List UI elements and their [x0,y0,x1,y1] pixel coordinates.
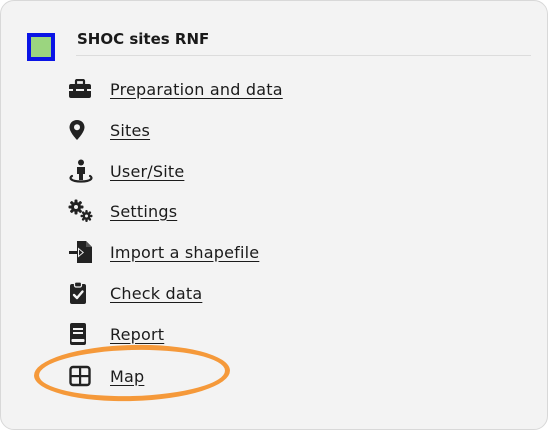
menu-item-settings[interactable]: Settings [68,199,177,223]
gears-icon [68,199,94,223]
grid-window-icon [68,364,94,388]
menu-item-preparation-and-data[interactable]: Preparation and data [68,77,283,101]
menu-item-label: Report [110,324,165,344]
clipboard-check-icon [68,281,94,305]
menu-item-label: Sites [110,120,151,140]
menu-item-label: Settings [110,201,178,221]
person-pin-icon [68,159,94,183]
menu-item-check-data[interactable]: Check data [68,281,202,305]
project-color-swatch [27,33,55,61]
header-divider [76,55,531,56]
book-icon [68,322,94,346]
menu-item-import-shapefile[interactable]: Import a shapefile [68,240,259,264]
menu-item-user-site[interactable]: User/Site [68,159,184,183]
toolbox-icon [68,77,94,101]
menu-item-label: User/Site [110,161,185,181]
menu-item-report[interactable]: Report [68,322,164,346]
menu-item-map[interactable]: Map [68,364,144,388]
menu-item-sites[interactable]: Sites [68,118,150,142]
map-marker-icon [68,118,94,142]
file-import-icon [68,240,94,264]
menu-item-label: Import a shapefile [110,242,260,262]
menu-item-label: Map [110,366,145,386]
menu-item-label: Preparation and data [110,79,283,99]
project-title: SHOC sites RNF [77,30,210,48]
menu-item-label: Check data [110,283,203,303]
